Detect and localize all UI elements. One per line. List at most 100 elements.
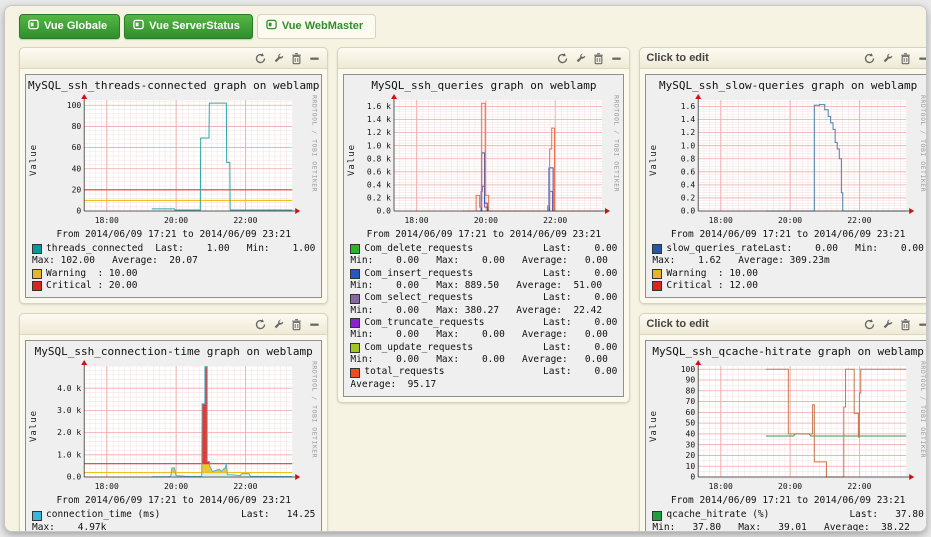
widget-grid: MySQL_ssh_threads-connected graph on web… [19,47,926,531]
legend-text: threads_connected [46,243,144,254]
graph-title: MySQL_ssh_qcache-hitrate graph on weblam… [652,345,924,359]
y-tick-label: 1.6 [681,102,696,111]
wrench-icon[interactable] [881,318,894,331]
legend-text: Critical : 12.00 [666,280,758,292]
legend-swatch [350,244,361,255]
rrdtool-watermark: RRDTOOL / TOBI OETIKER [612,95,621,193]
y-tick-label: 30 [686,441,696,450]
legend-text: Min: 0.00 Max: 889.50 Average: 51.00 [350,280,603,292]
view-screen-icon [28,19,39,30]
refresh-icon[interactable] [556,52,569,65]
y-axis-label: Value [29,410,39,443]
y-tick-label: 3.0 k [57,406,81,415]
y-tick-label: 20 [686,451,696,460]
dashboard-content: Vue Globale Vue ServerStatus Vue WebMast… [5,6,926,531]
legend-value: Last: 0.00 [543,267,618,279]
minimize-icon[interactable] [610,52,623,65]
y-tick-label: 100 [681,365,696,374]
trash-icon[interactable] [899,52,912,65]
y-tick-label: 0.0 [681,207,696,216]
x-tick-label: 18:00 [709,216,733,225]
minimize-icon[interactable] [917,318,927,331]
legend-swatch [350,268,361,279]
tab-vue-webmaster[interactable]: Vue WebMaster [256,14,377,39]
graph-plot-row: Value 0.0 1.0 k 2.0 k 3.0 k 4.0 k 18:00 20:00 2… [28,359,319,493]
view-screen-icon [133,19,144,30]
legend-value: Last: 0.00 [543,243,618,254]
view-screen-icon [133,19,144,33]
y-tick-label: 80 [72,122,82,131]
legend-swatch [652,244,663,255]
widget-toolbar [863,318,927,331]
tab-vue-globale[interactable]: Vue Globale [19,14,121,39]
trash-icon[interactable] [290,318,303,331]
rrd-graph: MySQL_ssh_qcache-hitrate graph on weblam… [645,340,926,531]
rrdtool-watermark: RRDTOOL / TOBI OETIKER [310,361,319,459]
refresh-icon[interactable] [254,52,267,65]
widget-header[interactable]: Click to edit [640,48,927,69]
y-tick-label: 0.6 k [367,167,391,176]
legend: connection_time (ms) Last: 14.25 Max: 4.97… [28,509,319,531]
legend-row: Max: 102.00 Average: 20.07 [32,255,315,267]
refresh-icon[interactable] [863,52,876,65]
legend-row: Critical : 20.00 [32,280,315,292]
trash-icon[interactable] [290,52,303,65]
x-tick-label: 22:00 [848,216,872,225]
widget-header[interactable] [20,48,328,69]
date-range: From 2014/06/09 17:21 to 2014/06/09 23:2… [56,495,291,507]
legend: Com_delete_requests Last: 0.00 Min: 0.00 M… [346,243,621,392]
legend-row: Min: 0.00 Max: 0.00 Average: 0.00 [350,354,617,366]
grid-column-3: Click to edit MySQL_ssh_slow-queries gra… [639,47,927,531]
widget-header[interactable] [20,314,328,336]
trash-icon[interactable] [592,52,605,65]
minimize-icon[interactable] [308,52,321,65]
widget-body: MySQL_ssh_slow-queries graph on weblamp … [640,69,926,303]
legend-text: qcache_hitrate (%) [666,509,770,521]
legend-text: Com_select_requests [364,292,474,304]
wrench-icon[interactable] [881,52,894,65]
rrd-graph: MySQL_ssh_threads-connected graph on web… [25,74,323,299]
widget-threads-connected: MySQL_ssh_threads-connected graph on web… [19,47,329,305]
widget-slow-queries: Click to edit MySQL_ssh_slow-queries gra… [639,47,927,305]
rrd-graph: MySQL_ssh_connection-time graph on webla… [25,340,323,531]
legend-text: Warning : 10.00 [666,267,758,279]
tab-vue-serverstatus[interactable]: Vue ServerStatus [124,14,253,39]
refresh-icon[interactable] [863,318,876,331]
y-tick-label: 10 [686,462,696,471]
graph-title: MySQL_ssh_queries graph on weblamp [371,79,597,92]
wrench-icon[interactable] [272,318,285,331]
wrench-icon[interactable] [574,52,587,65]
legend-swatch [350,318,361,329]
legend: threads_connected Last: 1.00 Min: 1.00 Max… [28,243,319,293]
legend-swatch [350,367,361,378]
legend-text: connection_time (ms) [46,509,161,521]
legend-row: total_requests Last: 0.00 [350,366,617,378]
y-tick-label: 4.0 k [57,384,81,393]
legend-swatch [652,281,663,292]
y-tick-label: 0 [76,207,81,216]
widget-header[interactable] [338,48,630,69]
plot-area: 0.0 0.2 0.4 0.6 0.8 1.0 1.2 1.4 1.6 18:00 20:00 22:… [681,94,915,225]
view-screen-icon [266,19,277,30]
widget-header[interactable]: Click to edit [640,314,927,336]
minimize-icon[interactable] [917,52,927,65]
wrench-icon[interactable] [272,52,285,65]
rrd-graph: MySQL_ssh_queries graph on weblamp Value… [343,74,625,398]
y-tick-label: 0.8 [681,154,696,163]
widget-header-label: Click to edit [646,318,709,331]
grid-column-1: MySQL_ssh_threads-connected graph on web… [19,47,329,531]
y-tick-label: 2.0 k [57,429,81,438]
widget-connection-time: MySQL_ssh_connection-time graph on webla… [19,313,329,531]
widget-toolbar [254,318,321,331]
x-tick-label: 18:00 [95,482,119,491]
legend-value: Last: 0.00 [543,292,618,304]
refresh-icon[interactable] [254,318,267,331]
x-tick-label: 20:00 [164,216,188,225]
trash-icon[interactable] [899,318,912,331]
y-tick-label: 1.2 [681,128,696,137]
minimize-icon[interactable] [308,318,321,331]
y-tick-label: 0.0 [377,207,392,216]
y-tick-label: 40 [686,430,696,439]
legend-row: qcache_hitrate (%) Last: 37.80 [652,509,924,521]
widget-toolbar [254,52,321,65]
